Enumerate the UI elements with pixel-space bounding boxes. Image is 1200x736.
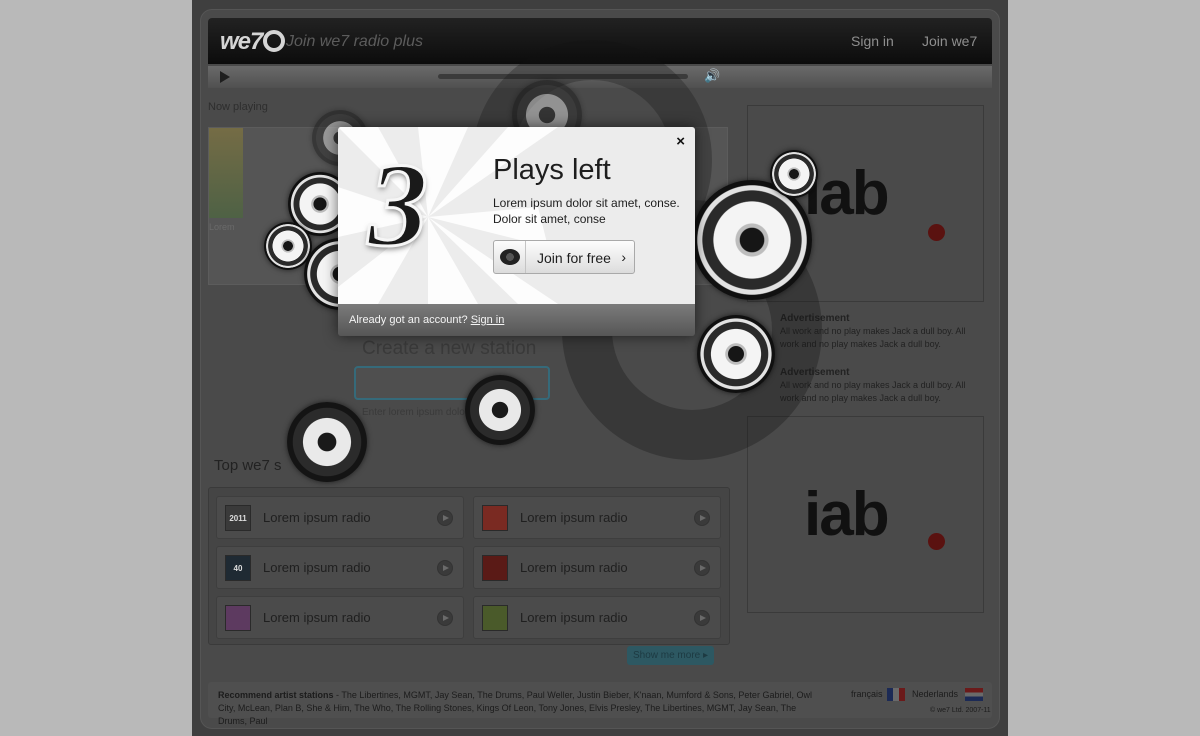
show-more-button[interactable]: Show me more ▸: [627, 646, 714, 665]
station-label: Lorem ipsum radio: [263, 560, 371, 575]
france-flag-icon[interactable]: [887, 688, 905, 701]
browser-frame: we7 Join we7 radio plus Sign in Join we7…: [192, 0, 1008, 736]
lang-nl-link[interactable]: Nederlands: [912, 689, 958, 699]
speaker-icon: [692, 180, 812, 300]
station-card[interactable]: Lorem ipsum radio: [473, 596, 721, 639]
plays-count: 3: [367, 138, 430, 271]
iab-logo: iab: [804, 480, 890, 549]
modal-text-line1: Lorem ipsum dolor sit amet, conse.: [493, 196, 680, 210]
join-link[interactable]: Join we7: [922, 33, 977, 49]
station-art: [482, 605, 508, 631]
feature-thumbnail[interactable]: [209, 128, 243, 218]
station-card[interactable]: 2011 Lorem ipsum radio: [216, 496, 464, 539]
speaker-icon: [697, 315, 775, 393]
top-stations-title: Top we7 s: [214, 457, 282, 474]
logo-text: we7: [220, 28, 263, 55]
station-art: [225, 605, 251, 631]
create-station-hint: Enter lorem ipsum dolor: [362, 407, 469, 418]
speaker-icon: [770, 150, 818, 198]
play-station-icon[interactable]: [694, 560, 710, 576]
modal-title: Plays left: [493, 154, 611, 186]
play-station-icon[interactable]: [694, 610, 710, 626]
modal-description: Lorem ipsum dolor sit amet, conse. Dolor…: [493, 195, 683, 227]
account-prompt-text: Already got an account?: [349, 314, 468, 326]
play-station-icon[interactable]: [437, 510, 453, 526]
create-station-title: Create a new station: [362, 338, 537, 359]
chevron-right-icon: ›: [621, 249, 626, 265]
modal-text-line2: Dolor sit amet, conse: [493, 212, 606, 226]
plays-left-modal: × 3 Plays left Lorem ipsum dolor sit ame…: [338, 127, 695, 336]
station-label: Lorem ipsum radio: [263, 610, 371, 625]
modal-body: × 3 Plays left Lorem ipsum dolor sit ame…: [338, 127, 695, 304]
play-station-icon[interactable]: [437, 560, 453, 576]
station-art: 2011: [225, 505, 251, 531]
station-art: 40: [225, 555, 251, 581]
play-station-icon[interactable]: [694, 510, 710, 526]
station-label: Lorem ipsum radio: [520, 610, 628, 625]
speaker-icon: [287, 402, 367, 482]
station-art: [482, 555, 508, 581]
station-label: Lorem ipsum radio: [263, 510, 371, 525]
play-icon[interactable]: [220, 71, 230, 83]
recommend-title: Recommend artist stations: [218, 690, 334, 700]
station-card[interactable]: 40 Lorem ipsum radio: [216, 546, 464, 589]
feature-caption: Lorem: [209, 222, 235, 232]
play-station-icon[interactable]: [437, 610, 453, 626]
sign-in-link[interactable]: Sign in: [851, 33, 894, 49]
modal-sign-in-link[interactable]: Sign in: [471, 314, 505, 326]
station-card[interactable]: Lorem ipsum radio: [473, 546, 721, 589]
header-tagline: Join we7 radio plus: [286, 33, 423, 50]
station-card[interactable]: Lorem ipsum radio: [473, 496, 721, 539]
logo-ring-icon: [263, 30, 286, 52]
now-playing-label: Now playing: [208, 101, 268, 113]
we7-logo[interactable]: we7: [220, 28, 286, 56]
modal-footer: Already got an account? Sign in: [338, 304, 695, 336]
join-button-label: Join for free: [537, 250, 611, 266]
copyright: © we7 Ltd. 2007-11: [930, 707, 991, 714]
station-grid: 2011 Lorem ipsum radio Lorem ipsum radio…: [208, 487, 730, 645]
footer: Recommend artist stations - The Libertin…: [208, 682, 992, 726]
recommend-artists: Recommend artist stations - The Libertin…: [218, 689, 818, 728]
speaker-icon: [465, 375, 535, 445]
iab-dot-icon: [928, 224, 945, 241]
station-card[interactable]: Lorem ipsum radio: [216, 596, 464, 639]
speaker-button-icon: [494, 241, 526, 273]
show-more-label: Show me more: [632, 650, 701, 661]
iab-dot-icon: [928, 533, 945, 550]
close-icon[interactable]: ×: [676, 133, 685, 150]
volume-icon[interactable]: 🔊: [704, 68, 720, 84]
netherlands-flag-icon[interactable]: [965, 688, 983, 701]
ad-box-bottom[interactable]: iab: [747, 416, 984, 613]
station-label: Lorem ipsum radio: [520, 510, 628, 525]
station-art: [482, 505, 508, 531]
account-prompt: Already got an account? Sign in: [349, 314, 504, 326]
lang-fr-link[interactable]: français: [851, 689, 883, 699]
station-label: Lorem ipsum radio: [520, 560, 628, 575]
join-for-free-button[interactable]: Join for free ›: [493, 240, 635, 274]
